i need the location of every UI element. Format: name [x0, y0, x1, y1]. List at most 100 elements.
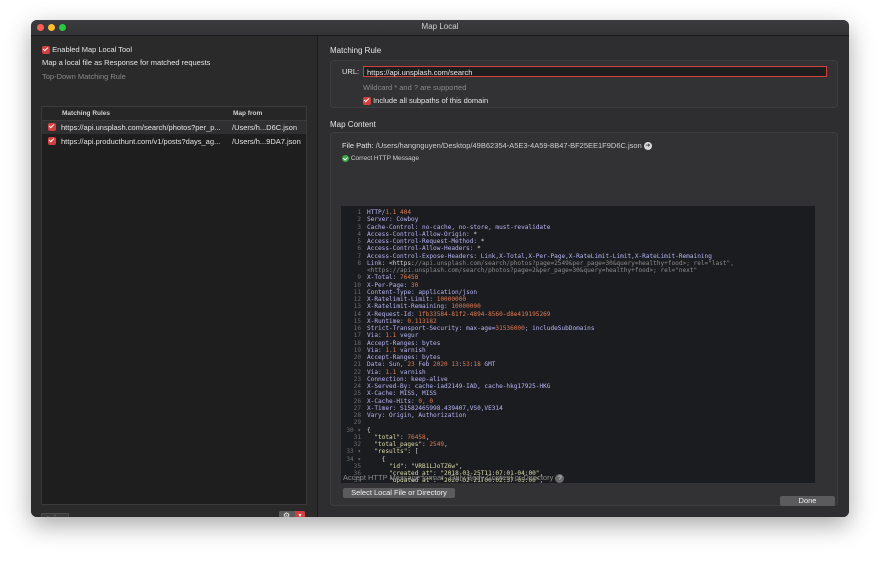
settings-menu-button[interactable]: ⚙ ▾: [279, 511, 305, 517]
code-token: *: [477, 245, 481, 253]
line-number: 33 ▾: [346, 448, 361, 456]
code-line: 25 X-Cache: MISS, MISS: [341, 390, 815, 397]
code-token: *: [473, 230, 478, 238]
remove-rule-button[interactable]: −: [55, 512, 69, 517]
line-number: 15: [353, 317, 361, 325]
code-line: 2 Server: Cowboy: [341, 216, 815, 223]
code-token: X-Per-Page:: [367, 281, 412, 289]
code-token: {: [367, 426, 371, 434]
code-line: 34 ▾ {: [341, 456, 815, 463]
file-path-value: /Users/hangnguyen/Desktop/49B62354-A5E3-…: [375, 141, 642, 150]
add-rule-button[interactable]: +: [41, 512, 55, 517]
include-subpaths-checkbox[interactable]: Include all subpaths of this domain: [363, 96, 488, 106]
code-token: S1582465998.439407,VS0,VE314: [400, 404, 503, 412]
code-token: : [: [407, 448, 419, 456]
code-line: 13 X-Ratelimit-Remaining: 10000000: [341, 303, 815, 310]
code-token: no-cache, no-store, must-revalidate: [422, 223, 551, 231]
rule-url: https://api.unsplash.com/search/photos?p…: [61, 123, 221, 132]
line-number: 5: [357, 238, 361, 245]
code-token: varnish: [396, 346, 426, 354]
code-token: 18: [473, 361, 481, 369]
enable-label: Enabled Map Local Tool: [52, 45, 133, 54]
code-token: 0, 0: [418, 397, 434, 405]
code-token: 23: [407, 361, 415, 369]
code-token: X-Runtime:: [367, 317, 408, 325]
help-icon[interactable]: ?: [555, 473, 565, 483]
code-line: 33 ▾ "results": [: [341, 448, 815, 455]
code-line: <https://api.unsplash.com/search/photos?…: [341, 267, 815, 274]
line-number: 19: [353, 346, 361, 354]
code-token: Strict-Transport-Security:: [367, 325, 467, 332]
code-token: 1.1: [385, 332, 397, 340]
line-number: 12: [353, 296, 361, 303]
line-number: 16: [353, 325, 361, 332]
code-token: cache-iad2149-IAD, cache-hkg17925-HKG: [414, 383, 551, 390]
code-line: 18 Accept-Ranges: bytes: [341, 340, 815, 347]
code-line: 17 Via: 1.1 vegur: [341, 332, 815, 339]
table-row[interactable]: https://api.producthunt.com/v1/posts?day…: [42, 135, 306, 148]
code-token: ,: [458, 462, 463, 470]
code-token: Accept-Ranges:: [367, 339, 423, 347]
column-header-map-from[interactable]: Map from: [233, 107, 262, 120]
code-token: 10000000: [436, 296, 467, 303]
code-token: Server:: [367, 216, 397, 224]
check-circle-icon: [342, 155, 349, 162]
line-number: 20: [353, 354, 361, 361]
line-number: 8: [357, 259, 361, 267]
url-input[interactable]: https://api.unsplash.com/search: [363, 66, 827, 77]
description-text: Map a local file as Response for matched…: [42, 58, 211, 67]
code-token: Access-Control-Allow-Headers:: [367, 245, 478, 253]
code-token: application/json: [418, 288, 478, 296]
title-bar: Map Local: [31, 20, 849, 36]
left-pane: Enabled Map Local Tool Map a local file …: [31, 36, 318, 517]
code-token: 10000000: [451, 303, 481, 311]
row-checkbox[interactable]: [48, 137, 56, 145]
code-token: 404: [400, 209, 412, 216]
code-token: Sun,: [389, 361, 408, 369]
line-number: 17: [353, 332, 361, 340]
line-number: 27: [353, 404, 361, 412]
code-token: Via:: [367, 368, 386, 376]
reveal-arrow-icon[interactable]: ➜: [643, 142, 652, 151]
code-token: <https:: [389, 259, 415, 267]
row-checkbox[interactable]: [48, 123, 56, 131]
code-token: Access-Control-Request-Method:: [367, 238, 481, 245]
code-token: X-Request-Id:: [367, 310, 419, 318]
code-line: 30 ▾ {: [341, 427, 815, 434]
line-number: 24: [353, 383, 361, 390]
line-number: 26: [353, 397, 361, 405]
table-row[interactable]: https://api.unsplash.com/search/photos?p…: [42, 121, 306, 134]
code-line: 22 Via: 1.1 varnish: [341, 369, 815, 376]
code-line: 24 X-Served-By: cache-iad2149-IAD, cache-…: [341, 383, 815, 390]
code-token: 1.1: [385, 209, 397, 216]
code-token: Link,X-Total,X-Per-Page,X-RateLimit-Limi…: [480, 252, 712, 260]
column-header-matching-rules[interactable]: Matching Rules: [62, 107, 110, 120]
file-path-label: File Path:: [342, 141, 374, 150]
chevron-down-icon: ▾: [295, 511, 305, 517]
code-line: 5 Access-Control-Request-Method: *: [341, 238, 815, 245]
done-button[interactable]: Done: [780, 496, 835, 506]
line-number: 22: [353, 368, 361, 376]
enable-map-local-checkbox[interactable]: Enabled Map Local Tool: [42, 45, 133, 55]
code-token: 2549: [429, 441, 445, 448]
code-line: 14 X-Request-Id: 1fb33584-81f2-4894-8560-…: [341, 311, 815, 318]
checkbox-checked-icon: [363, 97, 371, 106]
line-number: 18: [353, 339, 361, 347]
code-token: 76458: [407, 433, 426, 441]
code-line: 3 Cache-Control: no-cache, no-store, must…: [341, 224, 815, 231]
window-title: Map Local: [421, 22, 459, 31]
code-token: Date:: [367, 361, 390, 369]
code-token: 2020 13: [433, 361, 459, 369]
code-token: <https://api.unsplash.com/search/photos?…: [367, 267, 698, 274]
line-number: 21: [353, 361, 361, 369]
code-token: GMT: [480, 361, 496, 369]
code-token: Via:: [367, 332, 386, 340]
code-editor[interactable]: 1 HTTP/1.1 404 2 Server: Cowboy 3 Cache-Contr…: [341, 206, 815, 483]
code-line: 12 X-Ratelimit-Limit: 10000000: [341, 296, 815, 303]
code-token: Cowboy: [396, 216, 419, 224]
matching-rule-title: Matching Rule: [330, 46, 382, 55]
code-line: 15 X-Runtime: 0.113182: [341, 318, 815, 325]
code-token: varnish: [396, 368, 426, 376]
select-local-file-button[interactable]: Select Local File or Directory: [343, 488, 455, 498]
